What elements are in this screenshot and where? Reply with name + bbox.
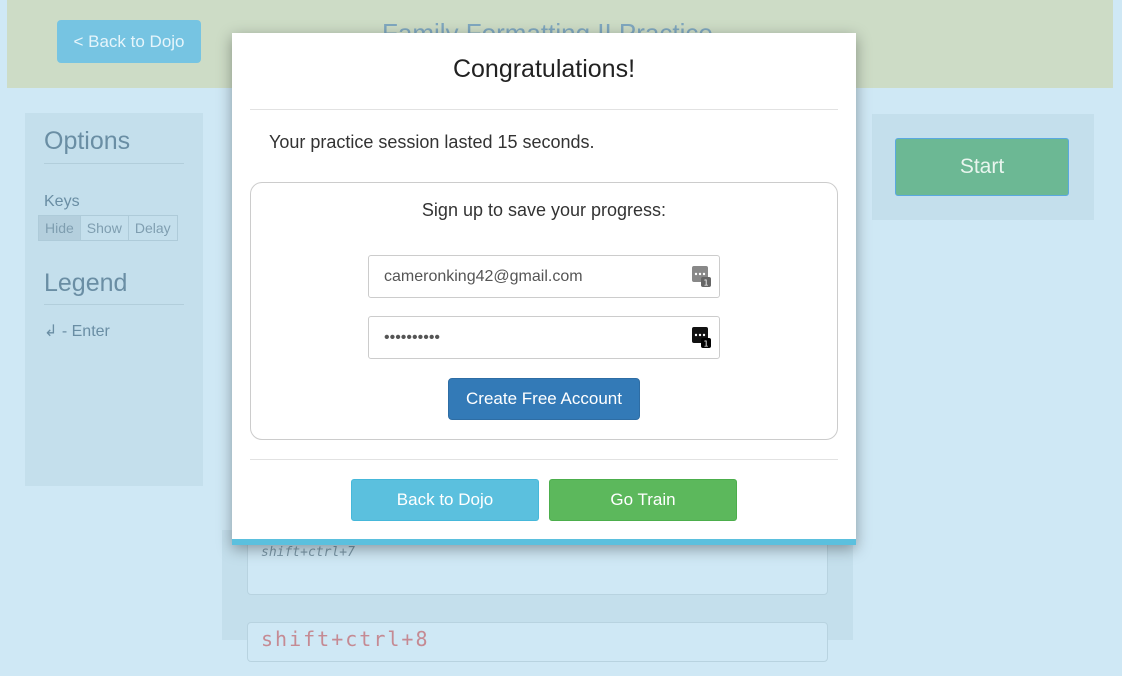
legend-heading: Legend xyxy=(44,269,128,297)
keys-mode-toggle: Hide Show Delay xyxy=(38,215,178,241)
create-account-button[interactable]: Create Free Account xyxy=(448,378,640,420)
password-manager-icon[interactable]: 1 xyxy=(692,327,711,348)
exercise-panel: shift+ctrl+7 shift+ctrl+8 xyxy=(222,520,853,662)
exercise-shortcut: shift+ctrl+7 xyxy=(261,545,355,560)
password-value: •••••••••• xyxy=(384,329,441,346)
modal-footer-divider xyxy=(250,459,838,460)
keys-show-button[interactable]: Show xyxy=(80,215,129,241)
email-value: cameronking42@gmail.com xyxy=(384,268,583,285)
options-sidebar: Options Keys Hide Show Delay Legend ↲ - … xyxy=(25,113,203,486)
password-field[interactable]: •••••••••• 1 xyxy=(368,316,720,359)
back-to-dojo-link[interactable]: < Back to Dojo xyxy=(57,20,201,63)
signup-title: Sign up to save your progress: xyxy=(421,200,667,220)
exercise-card: shift+ctrl+8 xyxy=(247,622,828,662)
session-duration-text: Your practice session lasted 15 seconds. xyxy=(269,132,595,152)
signup-box: Sign up to save your progress: cameronki… xyxy=(250,182,838,440)
divider xyxy=(44,163,184,164)
exercise-shortcut: shift+ctrl+8 xyxy=(261,627,430,651)
legend-item-enter: ↲ - Enter xyxy=(44,323,110,340)
keys-hide-button[interactable]: Hide xyxy=(38,215,81,241)
modal-title: Congratulations! xyxy=(452,55,636,83)
options-heading: Options xyxy=(44,127,131,155)
svg-text:1: 1 xyxy=(703,279,708,288)
svg-text:1: 1 xyxy=(703,340,708,349)
back-to-dojo-button[interactable]: Back to Dojo xyxy=(351,479,539,521)
password-manager-icon[interactable]: 1 xyxy=(692,266,711,287)
modal-header-divider xyxy=(250,109,838,110)
start-button[interactable]: Start xyxy=(895,138,1069,196)
congratulations-modal: Congratulations! Your practice session l… xyxy=(232,33,856,545)
email-field[interactable]: cameronking42@gmail.com 1 xyxy=(368,255,720,298)
keys-label: Keys xyxy=(44,193,80,210)
go-train-button[interactable]: Go Train xyxy=(549,479,737,521)
controls-panel: Start xyxy=(872,114,1094,220)
divider xyxy=(44,304,184,305)
keys-delay-button[interactable]: Delay xyxy=(128,215,178,241)
